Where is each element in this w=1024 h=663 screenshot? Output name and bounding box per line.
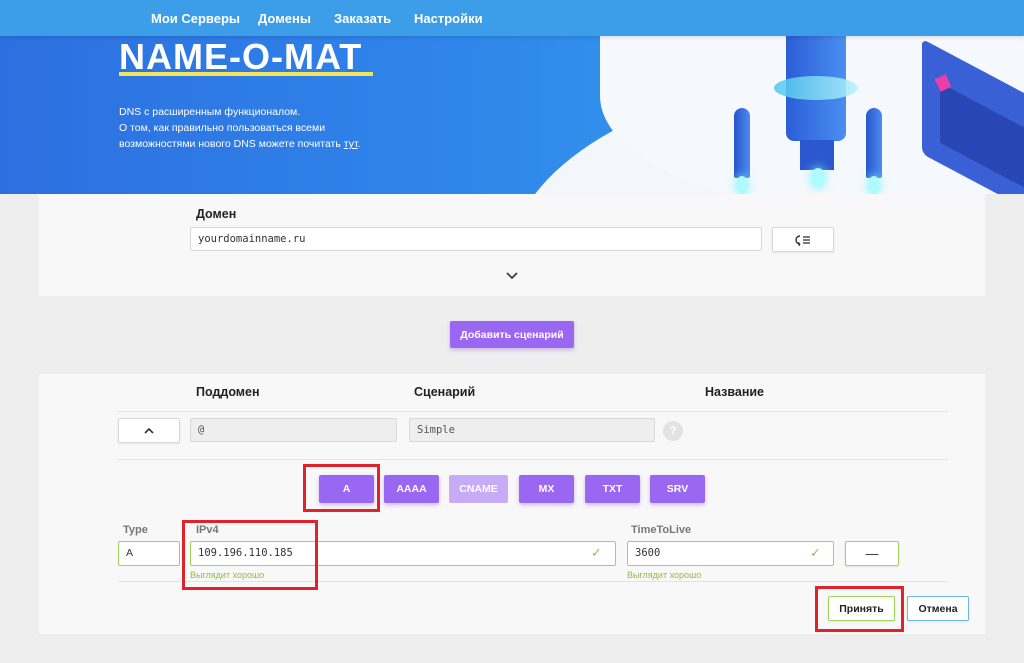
ttl-hint: Выглядит хорошо — [627, 570, 702, 580]
nav-domains[interactable]: Домены — [258, 11, 311, 26]
type-label: Type — [123, 524, 148, 536]
column-scenario: Сценарий — [414, 385, 476, 399]
chevron-down-icon[interactable] — [505, 271, 519, 281]
type-tab-mx[interactable]: MX — [519, 475, 574, 503]
remove-record-button[interactable]: — — [845, 541, 899, 566]
type-input[interactable]: A — [118, 541, 180, 566]
type-tab-txt[interactable]: TXT — [585, 475, 640, 503]
type-tab-srv[interactable]: SRV — [650, 475, 705, 503]
ttl-input[interactable]: 3600 — [627, 541, 834, 566]
ipv4-valid-check-icon: ✓ — [591, 545, 602, 560]
scenario-input[interactable]: Simple — [409, 418, 655, 442]
lookup-button[interactable] — [772, 227, 834, 252]
ttl-label: TimeToLive — [631, 524, 692, 536]
nav-order[interactable]: Заказать — [334, 11, 391, 26]
ttl-valid-check-icon: ✓ — [810, 545, 821, 560]
chevron-up-icon — [144, 427, 154, 434]
docs-link[interactable]: тут — [344, 138, 358, 150]
nav-my-servers[interactable]: Мои Серверы — [151, 11, 240, 26]
type-tab-aaaa[interactable]: AAAA — [384, 475, 439, 503]
column-name: Название — [705, 385, 765, 399]
nav-settings[interactable]: Настройки — [414, 11, 483, 26]
cancel-button[interactable]: Отмена — [907, 596, 969, 621]
highlight-ipv4 — [182, 520, 318, 590]
help-icon[interactable]: ? — [663, 421, 683, 441]
subdomain-input[interactable]: @ — [190, 418, 397, 442]
collapse-row-button[interactable] — [118, 418, 180, 443]
domain-label: Домен — [196, 207, 237, 221]
top-nav: Мои Серверы Домены Заказать Настройки — [0, 0, 1024, 36]
hero-description-line-3: возможностями нового DNS можете почитать… — [119, 138, 361, 150]
logo-underline — [119, 72, 373, 76]
domain-input[interactable]: yourdomainname.ru — [190, 227, 762, 251]
hero-description-line-1: DNS с расширенным функционалом. — [119, 106, 301, 118]
add-scenario-button[interactable]: Добавить сценарий — [450, 321, 574, 348]
type-tab-cname[interactable]: CNAME — [449, 475, 508, 503]
highlight-accept — [815, 586, 904, 632]
row-divider — [118, 459, 948, 460]
column-subdomain: Поддомен — [196, 385, 260, 399]
header-divider — [118, 411, 948, 412]
domain-panel: Домен yourdomainname.ru — [39, 194, 985, 296]
hero-description-line-2: О том, как правильно пользоваться всеми — [119, 122, 326, 134]
hero-banner: NAME-O-MAT DNS с расширенным функционало… — [0, 36, 1024, 194]
list-search-icon — [795, 234, 810, 246]
highlight-type-a — [303, 464, 380, 512]
